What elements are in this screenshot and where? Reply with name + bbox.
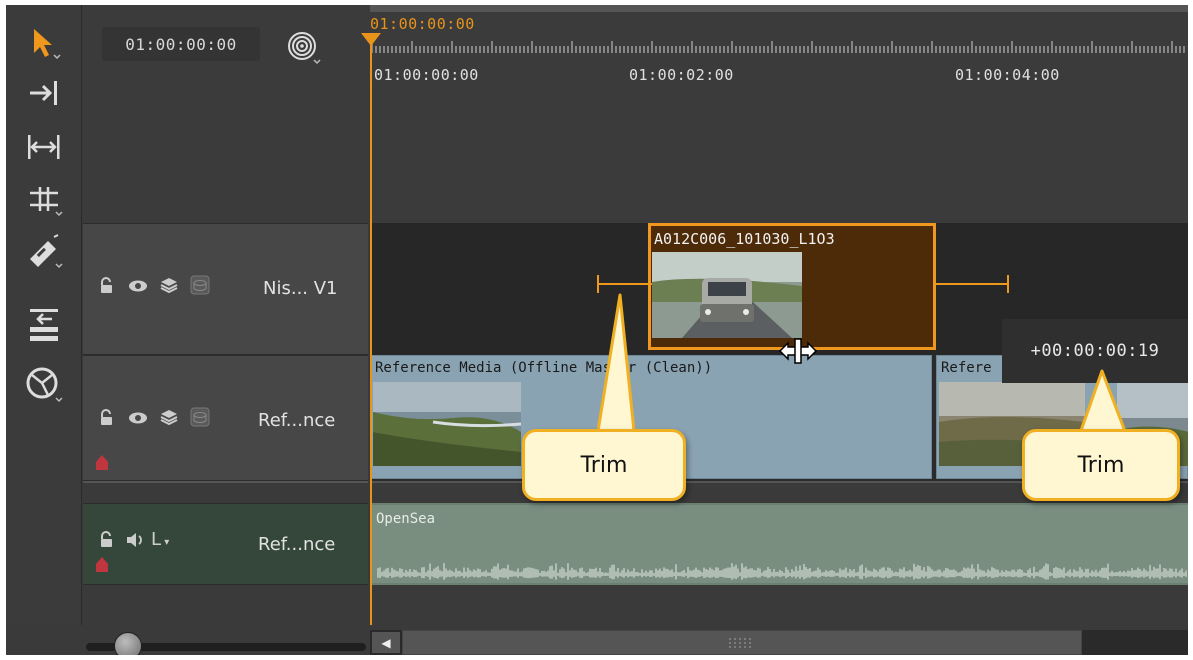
track-header-audio[interactable]: L ▾ Ref...nce [83, 503, 368, 585]
ruler-scroll-bar[interactable] [370, 5, 1188, 12]
disk-icon[interactable] [189, 274, 211, 301]
lane-empty-bottom [370, 585, 1188, 625]
disk-icon[interactable] [189, 406, 211, 433]
header-separator [83, 481, 368, 503]
layers-icon[interactable] [159, 407, 179, 432]
audio-waveform [377, 563, 1187, 580]
ripple-icon[interactable] [16, 303, 72, 351]
ruler-label: 01:00:04:00 [955, 66, 1060, 84]
channel-label: L [151, 529, 162, 550]
header-empty-bottom [83, 585, 368, 625]
eye-icon[interactable] [127, 276, 149, 301]
clip-thumbnail [373, 382, 522, 466]
playhead-line[interactable] [370, 35, 372, 635]
trim-handle-right[interactable] [936, 269, 1012, 299]
track-header-reference[interactable]: Ref...nce [83, 355, 368, 481]
track-forward-icon[interactable] [16, 69, 72, 117]
speaker-icon[interactable] [125, 530, 147, 555]
scrollbar-thumb[interactable] [402, 630, 1082, 655]
ruler-ticks [371, 41, 1185, 53]
time-ruler[interactable]: 01:00:00:00 01:00:00:00 01:00:02:00 01:0… [370, 5, 1188, 85]
empty-header-area [83, 85, 368, 225]
slip-icon[interactable] [16, 175, 72, 223]
grip-icon [729, 638, 751, 648]
track-name-audio[interactable]: Ref...nce [258, 534, 335, 555]
clip-title: Refere [941, 360, 992, 376]
track-header-v1[interactable]: Nis... V1 [83, 223, 368, 355]
playhead-marker[interactable] [361, 33, 381, 47]
razor-icon[interactable] [16, 227, 72, 275]
multi-trim-icon[interactable] [16, 123, 72, 171]
clip-title: A012C006_101030_L1O3 [654, 230, 835, 248]
clip-audio[interactable]: OpenSea [370, 505, 1188, 583]
target-icon[interactable] [286, 30, 322, 66]
clip-title: OpenSea [376, 511, 436, 527]
eye-icon[interactable] [127, 408, 149, 433]
zoom-slider-handle[interactable] [114, 632, 142, 655]
ruler-label: 01:00:00:00 [374, 66, 479, 84]
callout-pointer [596, 293, 636, 433]
tag-icon[interactable] [93, 556, 111, 578]
ruler-label: 01:00:02:00 [629, 66, 734, 84]
channel-select[interactable]: L ▾ [151, 529, 169, 550]
tool-palette [6, 5, 82, 655]
retime-icon[interactable] [16, 361, 72, 409]
trim-callout-left: Trim [522, 429, 686, 501]
layers-icon[interactable] [159, 275, 179, 300]
clip-title: Reference Media (Offline Master (Clean)) [375, 360, 713, 376]
track-lane-empty [370, 85, 1188, 223]
scroll-left-button[interactable]: ◀ [372, 632, 400, 653]
lock-icon[interactable] [97, 276, 117, 301]
lock-icon[interactable] [97, 408, 117, 433]
clip-v1-selected[interactable]: A012C006_101030_L1O3 [648, 223, 936, 350]
track-name-reference[interactable]: Ref...nce [258, 410, 335, 431]
trim-callout-right: Trim [1022, 429, 1180, 501]
timeline-editor-window: 01:00:00:00 01:00:00:00 01:00:00:00 01:0… [6, 5, 1188, 655]
track-name-v1[interactable]: Nis... V1 [263, 278, 338, 299]
trim-cursor-icon [778, 338, 818, 368]
tag-icon[interactable] [93, 454, 111, 476]
select-arrow-icon[interactable] [16, 19, 72, 67]
playhead-timecode: 01:00:00:00 [370, 15, 475, 33]
timecode-display[interactable]: 01:00:00:00 [102, 27, 260, 61]
clip-thumbnail [652, 252, 802, 338]
lock-icon[interactable] [97, 530, 117, 555]
